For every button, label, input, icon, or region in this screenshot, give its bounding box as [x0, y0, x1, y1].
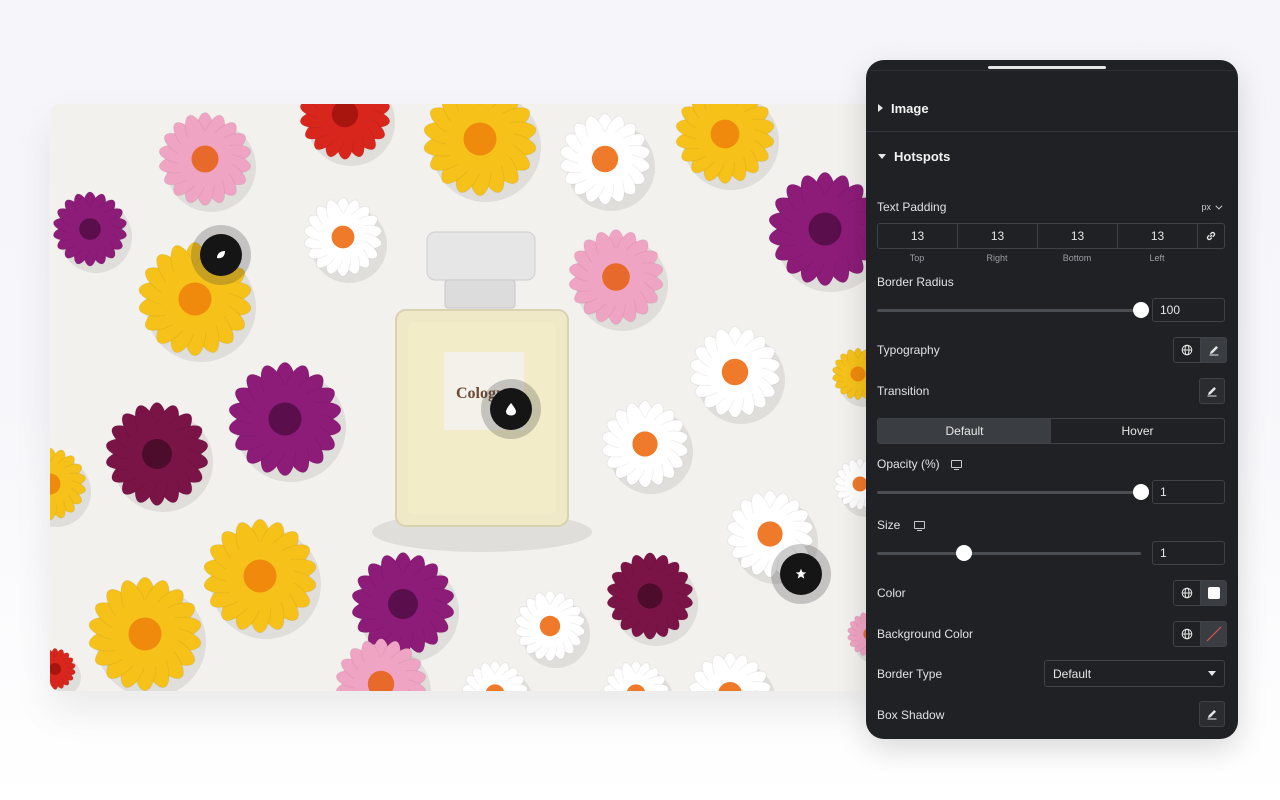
border-radius-input[interactable]: 100	[1152, 298, 1225, 322]
border-radius-label: Border Radius	[877, 275, 954, 289]
section-divider	[866, 131, 1238, 132]
box-shadow-edit-button[interactable]	[1199, 701, 1225, 727]
border-type-value: Default	[1053, 666, 1092, 681]
color-global-button[interactable]	[1174, 581, 1200, 605]
slider-thumb[interactable]	[956, 545, 973, 561]
hotspot-image-card: Cologne	[50, 104, 880, 691]
typography-global-button[interactable]	[1174, 338, 1200, 362]
background-color-controls	[1173, 621, 1227, 647]
side-label-top: Top	[909, 253, 925, 263]
size-label: Size	[877, 518, 901, 532]
star-icon	[795, 568, 807, 579]
hotspot-drop[interactable]	[481, 379, 541, 439]
globe-icon	[1181, 628, 1193, 640]
pencil-icon	[1207, 387, 1217, 397]
pencil-icon	[1209, 346, 1218, 356]
opacity-slider[interactable]	[877, 484, 1149, 500]
state-tabs: Default Hover	[877, 418, 1225, 444]
pencil-icon	[1207, 710, 1217, 720]
globe-icon	[1181, 344, 1193, 356]
link-icon	[1206, 231, 1216, 241]
unit-value: px	[1201, 202, 1211, 212]
typography-controls	[1173, 337, 1227, 363]
chevron-down-icon	[1215, 202, 1223, 210]
leaf-icon	[217, 251, 225, 259]
caret-down-icon	[878, 153, 886, 159]
padding-bottom-input[interactable]: 13	[1038, 224, 1118, 248]
opacity-input[interactable]: 1	[1152, 480, 1225, 504]
background-color-swatch-button[interactable]	[1200, 622, 1226, 646]
slider-track	[877, 491, 1141, 494]
unit-select[interactable]: px	[1201, 202, 1223, 212]
size-slider[interactable]	[877, 545, 1141, 561]
border-type-label: Border Type	[877, 667, 943, 681]
slider-thumb[interactable]	[1133, 302, 1149, 318]
link-values-button[interactable]	[1198, 224, 1224, 248]
background-color-label: Background Color	[877, 627, 974, 641]
padding-top-input[interactable]: 13	[878, 224, 958, 248]
desktop-icon[interactable]	[914, 521, 925, 531]
color-label: Color	[877, 586, 906, 600]
side-label-bottom: Bottom	[1062, 253, 1092, 263]
hotspot-leaf-dot	[200, 234, 242, 276]
dropdown-arrow-icon	[1208, 671, 1216, 676]
padding-side-labels: Top Right Bottom Left	[877, 253, 1197, 263]
hotspot-leaf[interactable]	[191, 225, 251, 285]
tab-hover[interactable]: Hover	[1051, 419, 1224, 443]
drop-icon	[506, 403, 516, 416]
side-label-left: Left	[1149, 253, 1165, 263]
desktop-icon[interactable]	[951, 460, 962, 470]
color-swatch	[1207, 587, 1220, 599]
text-padding-label: Text Padding	[877, 200, 947, 214]
section-hotspots-title: Hotspots	[894, 148, 951, 164]
color-controls	[1173, 580, 1227, 606]
text-padding-inputs: 13 13 13 13	[877, 223, 1225, 249]
panel-top-divider	[866, 70, 1238, 71]
border-radius-slider[interactable]	[877, 302, 1149, 318]
hotspot-star[interactable]	[771, 544, 831, 604]
transition-edit-button[interactable]	[1199, 378, 1225, 404]
border-type-select[interactable]: Default	[1044, 660, 1225, 687]
section-image-title: Image	[891, 100, 929, 116]
slider-track	[877, 309, 1141, 312]
tab-default[interactable]: Default	[878, 419, 1051, 443]
slider-thumb[interactable]	[1133, 484, 1149, 500]
side-label-right: Right	[986, 253, 1008, 263]
box-shadow-label: Box Shadow	[877, 708, 945, 722]
typography-label: Typography	[877, 343, 940, 357]
hotspot-settings-panel: Image Hotspots Text Padding px 13 13 13 …	[866, 60, 1238, 739]
slider-track	[877, 552, 1141, 555]
background-color-global-button[interactable]	[1174, 622, 1200, 646]
typography-edit-button[interactable]	[1200, 338, 1226, 362]
panel-handle[interactable]	[988, 66, 1106, 69]
hotspot-drop-dot	[490, 388, 532, 430]
hotspot-star-dot	[780, 553, 822, 595]
padding-right-input[interactable]: 13	[958, 224, 1038, 248]
caret-right-icon	[878, 104, 883, 112]
opacity-label: Opacity (%)	[877, 457, 940, 471]
flowers-image: Cologne	[50, 104, 880, 691]
size-input[interactable]: 1	[1152, 541, 1225, 565]
color-swatch-button[interactable]	[1200, 581, 1226, 605]
transition-label: Transition	[877, 384, 930, 398]
globe-icon	[1181, 587, 1193, 599]
padding-left-input[interactable]: 13	[1118, 224, 1198, 248]
section-hotspots-toggle[interactable]: Hotspots	[866, 133, 1238, 179]
section-image-toggle[interactable]: Image	[866, 85, 1238, 131]
no-color-icon	[1206, 626, 1221, 642]
